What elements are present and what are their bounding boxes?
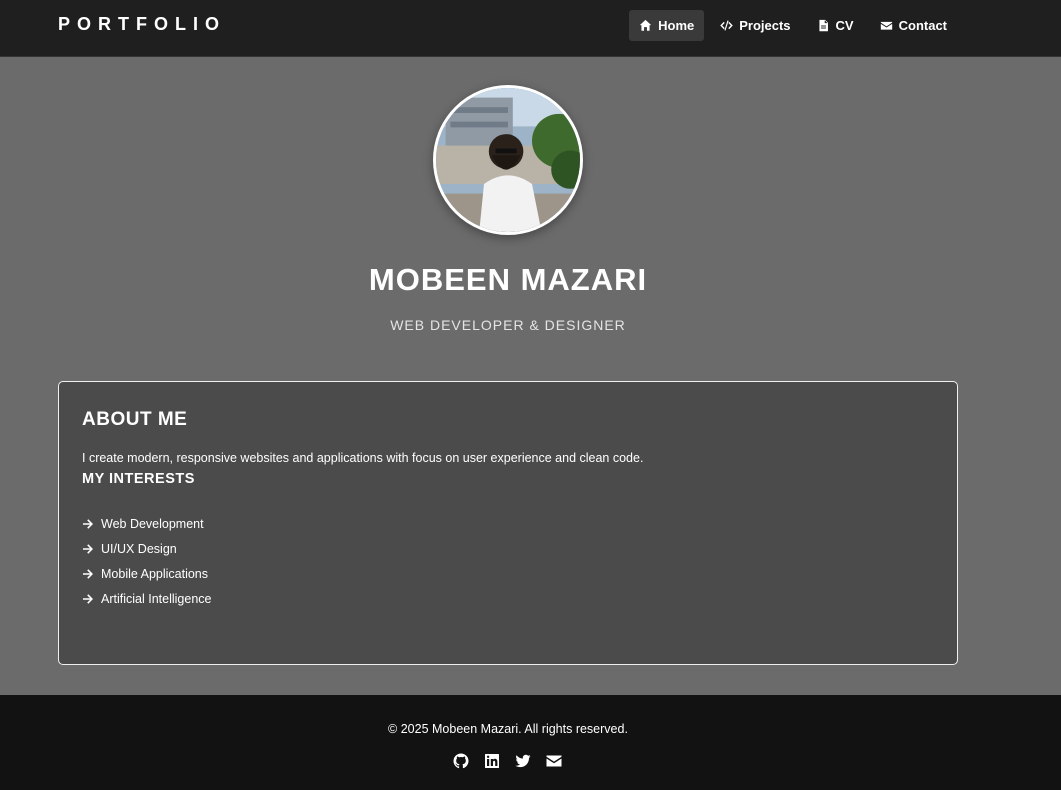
arrow-right-icon	[83, 543, 93, 554]
linkedin-icon[interactable]	[483, 753, 501, 769]
interest-label: UI/UX Design	[101, 541, 177, 556]
nav-links: Home Projects CV Contact	[623, 10, 957, 41]
brand-logo[interactable]: PORTFOLIO	[58, 14, 226, 35]
nav-link-projects[interactable]: Projects	[710, 10, 800, 41]
about-card: ABOUT ME I create modern, responsive web…	[58, 381, 958, 665]
interest-label: Mobile Applications	[101, 566, 209, 581]
github-icon[interactable]	[452, 753, 470, 769]
nav-link-label: CV	[835, 18, 854, 33]
envelope-icon	[880, 19, 893, 32]
home-icon	[639, 19, 652, 32]
profile-avatar	[433, 85, 583, 235]
nav-link-label: Home	[658, 18, 695, 33]
nav-link-cv[interactable]: CV	[807, 10, 864, 41]
interest-label: Web Development	[101, 516, 204, 531]
copyright-text: © 2025 Mobeen Mazari. All rights reserve…	[388, 722, 628, 736]
interests-list: Web Development UI/UX Design Mobile Appl…	[82, 511, 211, 611]
navbar: PORTFOLIO Home Projects CV Contact	[0, 0, 1061, 57]
arrow-right-icon	[83, 568, 93, 579]
hero-title: WEB DEVELOPER & DESIGNER	[390, 317, 626, 333]
nav-link-home[interactable]: Home	[629, 10, 705, 41]
interest-label: Artificial Intelligence	[101, 591, 212, 606]
arrow-right-icon	[83, 593, 93, 604]
twitter-icon[interactable]	[514, 753, 532, 769]
hero-name: MOBEEN MAZARI	[368, 262, 648, 297]
arrow-right-icon	[83, 518, 93, 529]
nav-link-label: Contact	[898, 18, 947, 33]
file-icon	[817, 19, 830, 32]
nav-link-contact[interactable]: Contact	[870, 10, 957, 41]
nav-link-label: Projects	[739, 18, 791, 33]
interests-heading: MY INTERESTS	[82, 471, 195, 487]
code-icon	[720, 19, 733, 32]
list-item: Artificial Intelligence	[82, 577, 211, 611]
envelope-icon[interactable]	[545, 753, 563, 769]
social-links	[452, 753, 563, 769]
footer: © 2025 Mobeen Mazari. All rights reserve…	[0, 695, 1061, 790]
about-heading: ABOUT ME	[82, 409, 188, 430]
about-text: I create modern, responsive websites and…	[82, 451, 644, 465]
